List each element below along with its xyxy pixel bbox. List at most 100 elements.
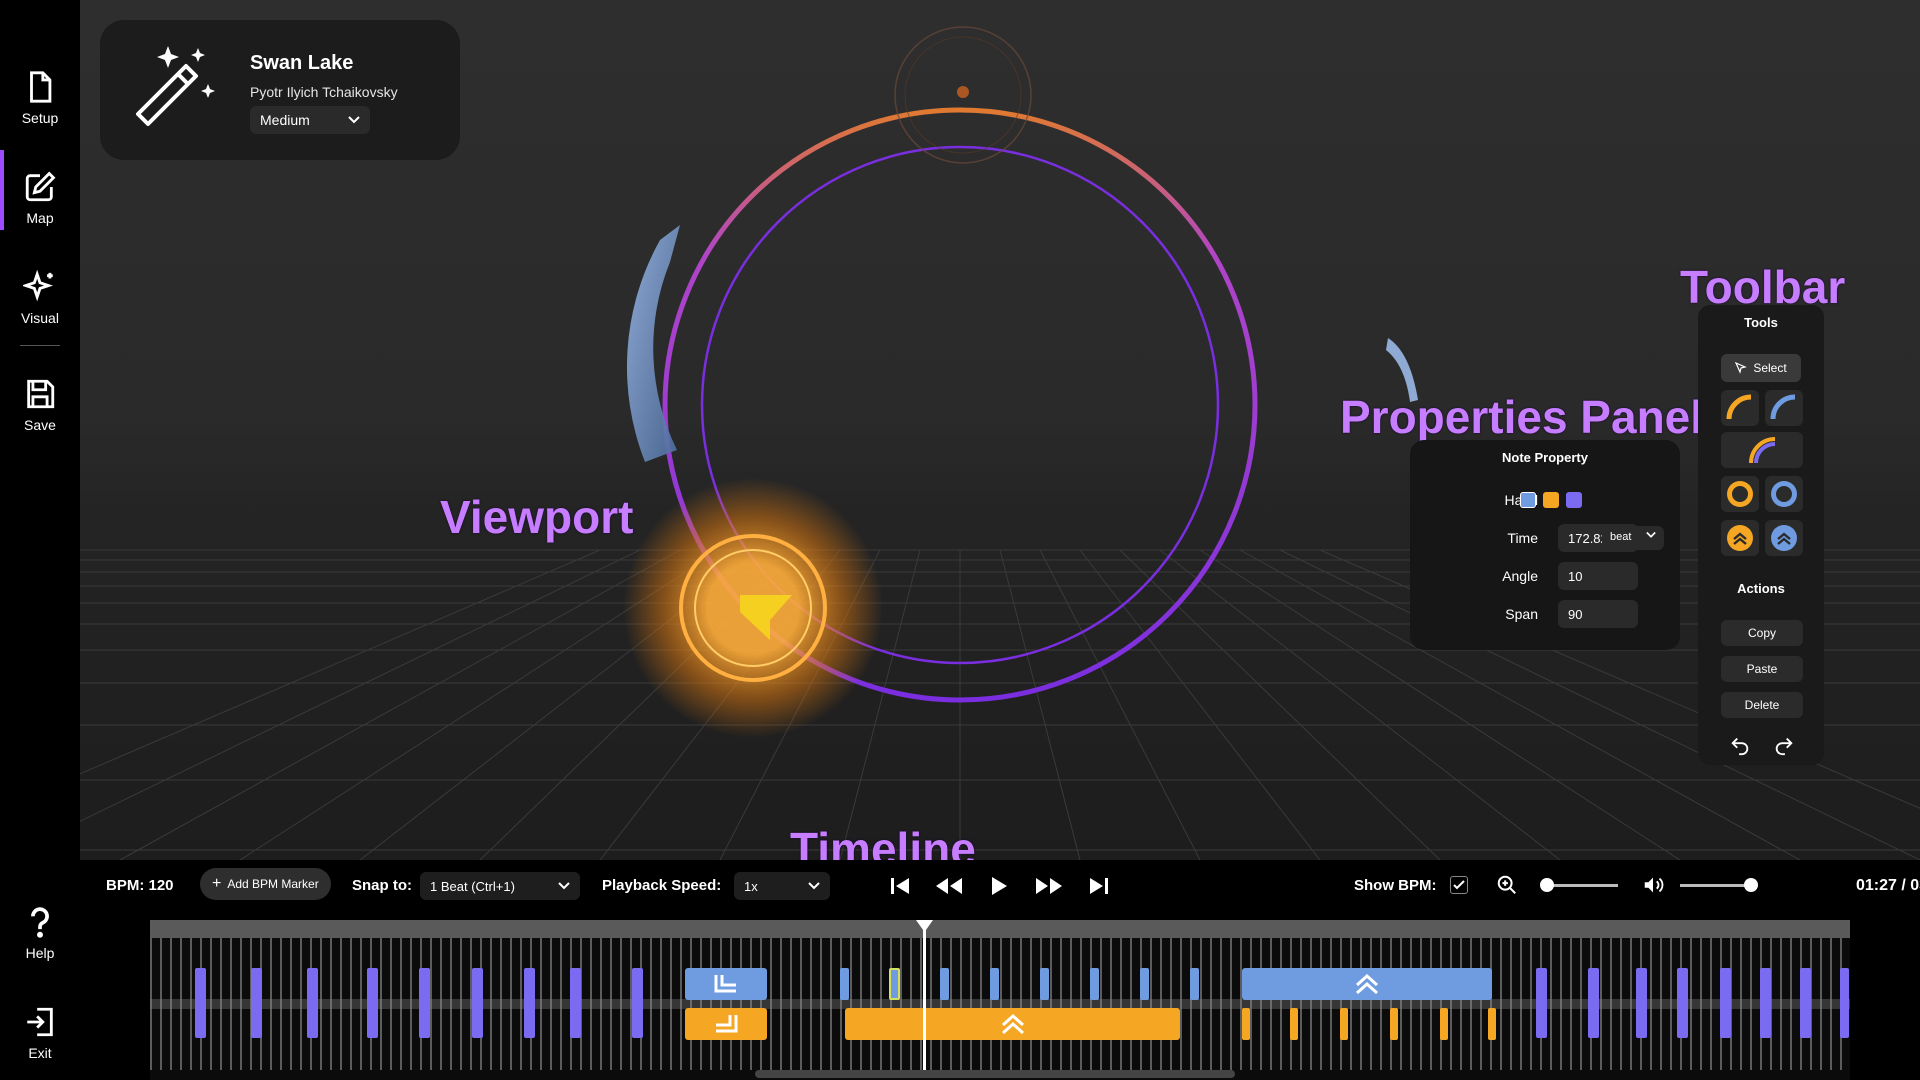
timeline-note-right[interactable]: [990, 968, 999, 1000]
playhead-handle-icon[interactable]: [916, 920, 933, 932]
sidebar-item-help[interactable]: Help: [0, 885, 80, 981]
volume-slider-track[interactable]: [1680, 884, 1752, 887]
timeline-note-left[interactable]: [1488, 1008, 1496, 1040]
timeline-note[interactable]: [1588, 968, 1599, 1038]
copy-button[interactable]: Copy: [1721, 620, 1803, 646]
zoom-icon[interactable]: [1496, 874, 1518, 896]
timeline-note[interactable]: [1636, 968, 1647, 1038]
redo-icon: [1775, 737, 1793, 756]
orange-tap-tool-button[interactable]: [1721, 476, 1759, 512]
timeline-note[interactable]: [524, 968, 535, 1038]
hand-swatch-both[interactable]: [1566, 492, 1582, 508]
orange-chevron-note-icon: [1727, 525, 1753, 551]
redo-button[interactable]: [1765, 730, 1803, 760]
volume-slider-thumb[interactable]: [1744, 878, 1758, 892]
sidebar-item-label: Setup: [21, 110, 59, 126]
zoom-slider-track[interactable]: [1546, 884, 1618, 887]
timeline-note-right[interactable]: [940, 968, 949, 1000]
time-unit-select[interactable]: beat: [1602, 526, 1664, 550]
orange-circle-note-icon: [1727, 481, 1753, 507]
sidebar-item-exit[interactable]: Exit: [0, 985, 80, 1080]
timeline-hold-right[interactable]: [685, 968, 767, 1000]
timeline-ruler[interactable]: [150, 920, 1850, 938]
sidebar-item-save[interactable]: Save: [0, 357, 80, 453]
rewind-button[interactable]: [934, 872, 964, 900]
span-input[interactable]: 90: [1558, 600, 1638, 628]
blue-circle-note-icon: [1771, 481, 1797, 507]
timeline-note-left[interactable]: [1290, 1008, 1298, 1040]
timeline-note[interactable]: [1677, 968, 1688, 1038]
orange-hold-tool-button[interactable]: [1721, 520, 1759, 556]
timeline-note-right[interactable]: [1140, 968, 1149, 1000]
timeline-note-left[interactable]: [1242, 1008, 1250, 1040]
undo-icon: [1731, 737, 1749, 756]
blue-tap-tool-button[interactable]: [1765, 476, 1803, 512]
zoom-slider-thumb[interactable]: [1540, 878, 1554, 892]
timeline-note-right[interactable]: [1090, 968, 1099, 1000]
right-arc-tool-button[interactable]: [1765, 390, 1803, 426]
timeline-hold-left-long[interactable]: [845, 1008, 1180, 1040]
playhead[interactable]: [923, 922, 926, 1072]
undo-button[interactable]: [1721, 730, 1759, 760]
skip-end-button[interactable]: [1084, 872, 1114, 900]
skip-start-button[interactable]: [885, 872, 915, 900]
timeline-note[interactable]: [472, 968, 483, 1038]
blue-hold-tool-button[interactable]: [1765, 520, 1803, 556]
timeline-note[interactable]: [1800, 968, 1811, 1038]
timeline-note[interactable]: [1840, 968, 1849, 1038]
paste-button[interactable]: Paste: [1721, 656, 1803, 682]
timeline-note[interactable]: [367, 968, 378, 1038]
fast-forward-button[interactable]: [1034, 872, 1064, 900]
timeline-note[interactable]: [419, 968, 430, 1038]
timeline-note-right[interactable]: [1190, 968, 1199, 1000]
sidebar-item-map[interactable]: Map: [0, 150, 80, 246]
volume-icon[interactable]: [1642, 874, 1664, 896]
timeline-note[interactable]: [251, 968, 262, 1038]
timeline-note[interactable]: [632, 968, 643, 1038]
timeline-hold-right-long[interactable]: [1242, 968, 1492, 1000]
delete-button[interactable]: Delete: [1721, 692, 1803, 718]
timeline-note-right[interactable]: [840, 968, 849, 1000]
fast-forward-icon: [1036, 878, 1062, 894]
timeline-note[interactable]: [195, 968, 206, 1038]
time-label: Time: [1507, 530, 1538, 546]
timeline-note-selected[interactable]: [889, 968, 900, 1000]
add-bpm-marker-button[interactable]: + Add BPM Marker: [200, 868, 331, 900]
snap-select[interactable]: 1 Beat (Ctrl+1): [420, 872, 580, 900]
hand-swatch-left[interactable]: [1543, 492, 1559, 508]
hand-swatch-right[interactable]: [1520, 492, 1536, 508]
both-arc-tool-button[interactable]: [1721, 432, 1803, 468]
skip-end-icon: [1090, 878, 1108, 894]
difficulty-select[interactable]: Medium: [250, 106, 370, 134]
sidebar-item-label: Help: [25, 945, 55, 961]
timeline-note[interactable]: [570, 968, 581, 1038]
sidebar-item-visual[interactable]: Visual: [0, 250, 80, 346]
timeline-note-right[interactable]: [1040, 968, 1049, 1000]
timeline-note-left[interactable]: [1390, 1008, 1398, 1040]
timeline-note[interactable]: [1536, 968, 1547, 1038]
timeline-note[interactable]: [307, 968, 318, 1038]
play-button[interactable]: [984, 872, 1014, 900]
sidebar-item-setup[interactable]: Setup: [0, 50, 80, 146]
chevron-down-icon: [1646, 531, 1656, 538]
chevron-down-icon: [558, 882, 570, 890]
timeline-hold-left[interactable]: [685, 1008, 767, 1040]
sidebar-item-label: Visual: [21, 310, 59, 326]
timeline-note-left[interactable]: [1340, 1008, 1348, 1040]
timeline-scrollbar[interactable]: [755, 1070, 1235, 1078]
actions-heading: Actions: [1737, 581, 1785, 596]
angle-input[interactable]: 10: [1558, 562, 1638, 590]
exit-icon: [27, 1007, 53, 1037]
bpm-display: BPM: 120: [106, 877, 174, 894]
show-bpm-checkbox[interactable]: [1450, 876, 1468, 894]
timeline-note[interactable]: [1760, 968, 1771, 1038]
sidebar-item-label: Save: [24, 417, 56, 433]
timeline-note[interactable]: [1720, 968, 1731, 1038]
select-tool-button[interactable]: Select: [1721, 354, 1801, 382]
timeline-note-left[interactable]: [1440, 1008, 1448, 1040]
sidebar-item-label: Exit: [28, 1045, 52, 1061]
skip-start-icon: [891, 878, 909, 894]
playback-speed-select[interactable]: 1x: [734, 872, 830, 900]
left-arc-tool-button[interactable]: [1721, 390, 1759, 426]
magic-wand-icon: [136, 46, 215, 126]
